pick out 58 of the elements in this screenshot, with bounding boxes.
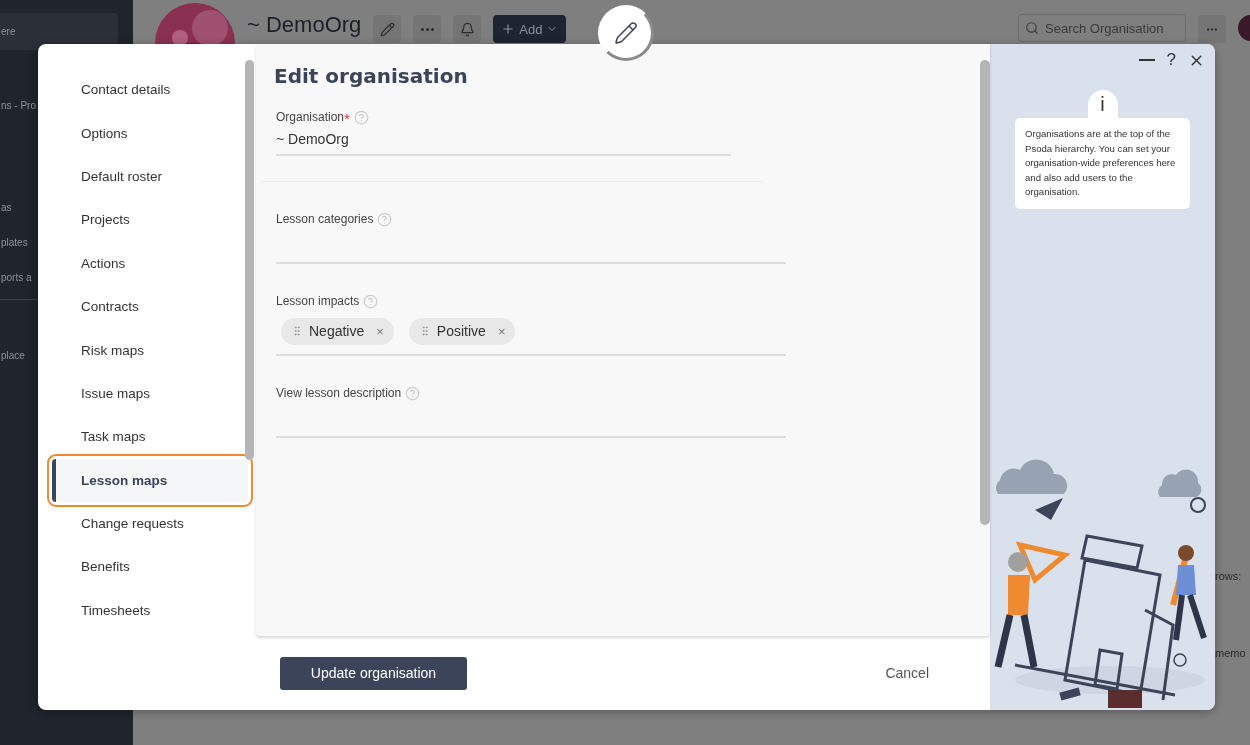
nav-item[interactable]: Timesheets <box>52 588 248 633</box>
help-button[interactable]: ? <box>1166 50 1176 70</box>
minimize-button[interactable] <box>1138 59 1155 61</box>
edit-button[interactable] <box>373 15 402 43</box>
nav-item[interactable]: Change requests <box>52 501 248 546</box>
plus-icon <box>501 22 516 36</box>
nav-item[interactable]: Projects <box>52 198 248 242</box>
help-icon[interactable] <box>405 386 421 401</box>
nav-item[interactable]: Risk maps <box>52 328 248 372</box>
sidebar-item[interactable]: ports a <box>0 271 32 283</box>
remove-tag-button[interactable]: × <box>376 323 384 339</box>
tag-chip[interactable]: Positive × <box>408 317 516 345</box>
remove-tag-button[interactable]: × <box>497 323 506 339</box>
page-title: ~ DemoOrg <box>247 12 362 38</box>
add-button[interactable]: Add <box>493 15 567 43</box>
bell-button[interactable] <box>453 15 482 43</box>
help-icon[interactable] <box>377 212 393 227</box>
update-button[interactable]: Update organisation <box>280 656 467 690</box>
tag-field[interactable]: Negative × Positive × <box>276 312 786 356</box>
dialog-title: Edit organisation <box>274 64 469 88</box>
input-field[interactable]: ~ DemoOrg <box>276 128 731 156</box>
nav-item[interactable]: Issue maps <box>52 371 248 416</box>
switch-button[interactable] <box>1198 15 1226 43</box>
help-icon[interactable] <box>363 294 379 309</box>
required-mark: * <box>344 110 350 127</box>
minimize-icon <box>1138 59 1155 61</box>
sidebar-item[interactable]: ns - Pro <box>0 99 36 111</box>
scrollbar[interactable] <box>245 60 254 460</box>
pencil-icon <box>614 21 638 45</box>
nav-item[interactable]: Task maps <box>52 415 248 459</box>
cancel-button[interactable]: Cancel <box>879 664 935 682</box>
field-label: Lesson impacts <box>276 294 360 308</box>
background-text: rows: <box>1215 570 1243 582</box>
scrollbar[interactable] <box>980 60 990 525</box>
drag-handle-icon[interactable] <box>291 325 303 337</box>
sidebar-item[interactable]: plates <box>0 236 28 248</box>
field-label: Lesson categories <box>276 212 374 226</box>
search-icon <box>1025 21 1039 35</box>
background-text: memo <box>1215 647 1247 659</box>
sidebar-item[interactable]: place <box>0 349 25 361</box>
help-icon[interactable] <box>353 110 369 125</box>
nav-item[interactable]: Default roster <box>52 154 248 199</box>
sidebar-item[interactable]: as <box>0 201 12 213</box>
nav-item[interactable]: Actions <box>52 241 248 285</box>
nav-item[interactable]: Benefits <box>52 545 248 589</box>
bell-icon <box>459 21 475 37</box>
more-icon <box>420 27 434 31</box>
tag-chip[interactable]: Negative × <box>281 317 394 345</box>
pencil-icon <box>379 21 395 37</box>
nav-item[interactable]: Contracts <box>52 284 248 329</box>
field-label: View lesson description <box>276 386 402 400</box>
nav-item[interactable]: Options <box>52 111 248 155</box>
info-text: Organisations are at the top of the Psoda hierarchy. You can set your organisation-wide preferences here and also add users to the organisation. <box>1015 118 1190 209</box>
info-mark: i <box>1100 92 1105 116</box>
more-button[interactable] <box>413 15 442 43</box>
nav-item[interactable]: Contact details <box>52 68 248 112</box>
more-icon <box>1207 27 1217 31</box>
field-label: Organisation <box>276 110 345 124</box>
